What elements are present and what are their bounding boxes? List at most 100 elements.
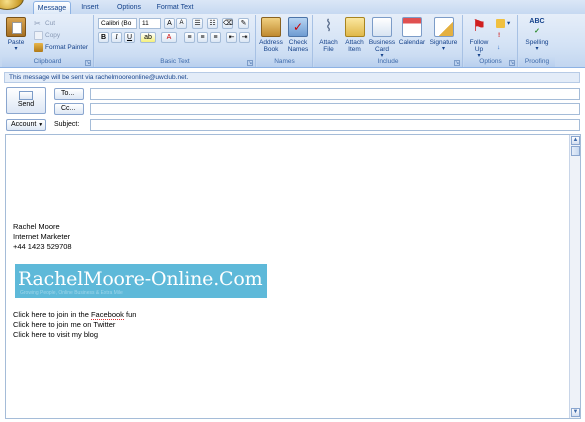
check-names-button[interactable]: ✓ Check Names xyxy=(285,17,311,53)
twitter-link[interactable]: Click here to join me on Twitter xyxy=(13,320,115,329)
clipboard-group-label: Clipboard xyxy=(2,57,93,67)
numbering-icon: ☷ xyxy=(209,20,216,27)
underline-button[interactable]: U xyxy=(124,32,135,43)
follow-up-button[interactable]: ⚑ Follow Up ▾ xyxy=(465,17,493,60)
copy-icon xyxy=(34,30,43,40)
cut-button[interactable]: ✂ Cut xyxy=(34,18,55,29)
tab-message[interactable]: Message xyxy=(33,1,71,14)
flag-icon: ⚑ xyxy=(471,18,487,35)
align-center-button[interactable]: ≡ xyxy=(197,32,208,43)
decrease-indent-button[interactable]: ⇤ xyxy=(226,32,237,43)
align-left-button[interactable]: ≡ xyxy=(184,32,195,43)
chevron-down-icon: ▼ xyxy=(38,122,44,128)
basic-text-group: Calibri (Bo 11 A A ☰ ☷ ⌫ ✎ B I U ab A ≡ … xyxy=(95,15,256,67)
attach-file-button[interactable]: ⌇ Attach File xyxy=(315,17,342,53)
clipboard-group: Paste ▾ ✂ Cut Copy Format Painter Clipboa… xyxy=(2,15,94,67)
subject-field[interactable] xyxy=(90,119,580,131)
signature-name: Rachel Moore xyxy=(13,222,60,231)
indent-icon: ⇥ xyxy=(241,34,248,41)
style-button[interactable]: ✎ xyxy=(238,18,249,29)
account-button[interactable]: Account ▼ xyxy=(6,119,46,131)
scroll-down-icon[interactable]: ▼ xyxy=(571,408,580,417)
align-center-icon: ≡ xyxy=(200,34,205,41)
ribbon: Paste ▾ ✂ Cut Copy Format Painter Clipboa… xyxy=(0,14,585,68)
office-button[interactable] xyxy=(0,0,24,10)
envelope-icon xyxy=(344,17,365,37)
highlighter-icon: ab xyxy=(144,34,152,41)
clipboard-icon xyxy=(6,17,26,37)
dialog-launcher-icon[interactable]: ↘ xyxy=(509,60,515,66)
increase-indent-button[interactable]: ⇥ xyxy=(239,32,250,43)
paintbrush-icon xyxy=(34,42,43,52)
paperclip-icon: ⌇ xyxy=(324,18,333,35)
italic-button[interactable]: I xyxy=(111,32,122,43)
copy-button[interactable]: Copy xyxy=(34,30,60,41)
font-name-box[interactable]: Calibri (Bo xyxy=(98,18,137,29)
message-body[interactable]: Rachel Moore Internet Marketer +44 1423 … xyxy=(5,134,581,419)
banner-title: RachelMoore-Online.Com xyxy=(18,268,263,290)
exclamation-icon: ! xyxy=(498,32,501,39)
dialog-launcher-icon[interactable]: ↘ xyxy=(247,60,253,66)
options-group: ⚑ Follow Up ▾ ▾ ! ↓ Options ↘ xyxy=(464,15,518,67)
info-bar: This message will be sent via rachelmoor… xyxy=(4,72,580,83)
align-right-icon: ≡ xyxy=(213,34,218,41)
dialog-launcher-icon[interactable]: ↘ xyxy=(454,60,460,66)
font-color-button[interactable]: A xyxy=(161,32,177,43)
include-group: ⌇ Attach File Attach Item Business Card … xyxy=(314,15,463,67)
names-group: Address Book ✓ Check Names Names xyxy=(257,15,313,67)
bullets-icon: ☰ xyxy=(194,20,201,27)
tab-format-text[interactable]: Format Text xyxy=(153,1,197,14)
format-painter-button[interactable]: Format Painter xyxy=(34,42,88,53)
paste-label: Paste xyxy=(7,39,25,46)
cc-field[interactable] xyxy=(90,103,580,115)
spelling-button[interactable]: ABC ✓ Spelling ▾ xyxy=(521,17,553,53)
scroll-up-icon[interactable]: ▲ xyxy=(571,136,580,145)
low-importance-button[interactable]: ↓ xyxy=(497,42,500,53)
clear-formatting-button[interactable]: ⌫ xyxy=(222,18,233,29)
signature-pen-icon xyxy=(433,17,454,37)
high-importance-button[interactable]: ! xyxy=(498,30,500,41)
tab-options[interactable]: Options xyxy=(112,1,146,14)
facebook-link[interactable]: Click here to join in the Facebook fun xyxy=(13,310,136,320)
bullets-button[interactable]: ☰ xyxy=(192,18,203,29)
ribbon-tab-strip: Message Insert Options Format Text xyxy=(0,0,585,14)
cc-button[interactable]: Cc... xyxy=(54,103,84,115)
outdent-icon: ⇤ xyxy=(228,34,235,41)
align-right-button[interactable]: ≡ xyxy=(210,32,221,43)
blog-link[interactable]: Click here to visit my blog xyxy=(13,330,98,339)
banner-subtitle: Growing People, Online Business & Extra … xyxy=(20,290,123,296)
font-color-icon: A xyxy=(166,34,172,41)
names-group-label: Names xyxy=(257,57,312,67)
paste-button[interactable]: Paste ▾ xyxy=(4,17,28,53)
shrink-font-button[interactable]: A xyxy=(176,18,187,29)
send-envelope-icon xyxy=(19,91,33,100)
vertical-scrollbar[interactable]: ▲ ▼ xyxy=(569,135,580,418)
style-icon: ✎ xyxy=(240,20,247,27)
to-field[interactable] xyxy=(90,88,580,100)
tab-insert[interactable]: Insert xyxy=(76,1,104,14)
attach-item-button[interactable]: Attach Item xyxy=(341,17,368,53)
business-card-button[interactable]: Business Card ▾ xyxy=(367,17,397,60)
signature-banner[interactable]: RachelMoore-Online.Com Growing People, O… xyxy=(15,264,267,298)
numbering-button[interactable]: ☷ xyxy=(207,18,218,29)
signature-button[interactable]: Signature ▾ xyxy=(427,17,460,53)
address-book-button[interactable]: Address Book xyxy=(258,17,284,53)
signature-title: Internet Marketer xyxy=(13,232,71,241)
highlight-button[interactable]: ab xyxy=(140,32,156,43)
proofing-group-label: Proofing xyxy=(519,57,555,67)
permission-icon xyxy=(496,18,505,28)
to-button[interactable]: To... xyxy=(54,88,84,100)
font-size-box[interactable]: 11 xyxy=(139,18,161,29)
down-arrow-icon: ↓ xyxy=(497,44,501,51)
permission-button[interactable]: ▾ xyxy=(496,18,510,29)
grow-font-button[interactable]: A xyxy=(164,18,175,29)
address-book-icon xyxy=(261,17,281,37)
calendar-button[interactable]: Calendar xyxy=(397,17,427,46)
calendar-icon xyxy=(402,17,422,37)
bold-button[interactable]: B xyxy=(98,32,109,43)
scroll-thumb[interactable] xyxy=(571,146,580,156)
dialog-launcher-icon[interactable]: ↘ xyxy=(85,60,91,66)
signature-phone: +44 1423 529708 xyxy=(13,242,72,251)
send-button[interactable]: Send xyxy=(6,87,46,114)
align-left-icon: ≡ xyxy=(187,34,192,41)
